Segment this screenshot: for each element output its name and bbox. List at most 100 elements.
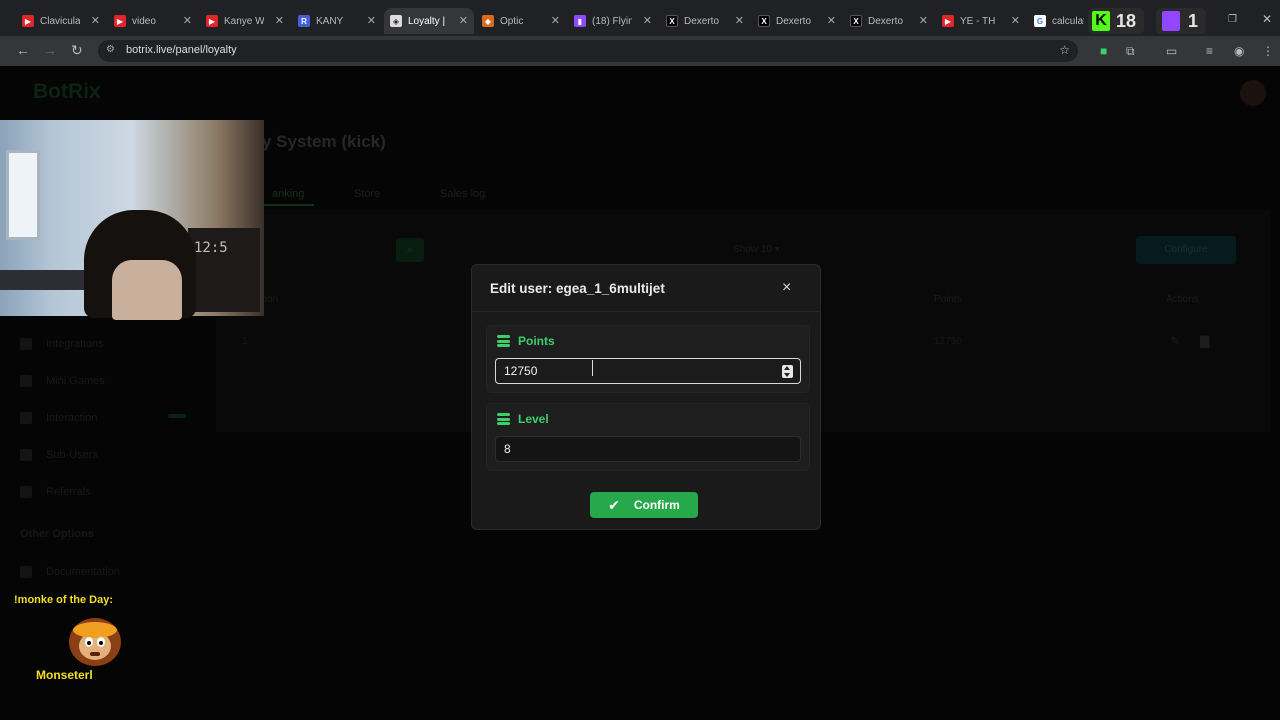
botrix-icon: ◈ bbox=[390, 15, 402, 27]
url-text: botrix.live/panel/loyalty bbox=[126, 44, 237, 56]
twitch-viewer-overlay: 1 bbox=[1156, 8, 1206, 34]
browser-tab[interactable]: X Dexerto ✕ bbox=[752, 8, 842, 34]
close-icon[interactable]: ✕ bbox=[551, 14, 560, 27]
confirm-label: Confirm bbox=[633, 498, 680, 512]
monke-title: !monke of the Day: bbox=[14, 594, 114, 606]
youtube-icon: ▶ bbox=[206, 15, 218, 27]
modal-title: Edit user: egea_1_6multijet bbox=[490, 281, 665, 296]
kick-count: 18 bbox=[1116, 10, 1137, 31]
points-input[interactable]: 12750 bbox=[495, 358, 801, 384]
youtube-icon: ▶ bbox=[942, 15, 954, 27]
close-icon[interactable]: ✕ bbox=[827, 14, 836, 27]
browser-tab[interactable]: ▮ (18) Flyin ✕ bbox=[568, 8, 658, 34]
twitch-count: 1 bbox=[1188, 10, 1199, 31]
tab-label: KANY bbox=[316, 15, 344, 27]
tab-label: YE - TH bbox=[960, 15, 996, 27]
level-label-text: Level bbox=[518, 412, 549, 426]
close-icon[interactable]: × bbox=[782, 279, 791, 297]
level-input-value: 8 bbox=[504, 442, 511, 456]
webcam-keyboard bbox=[0, 270, 90, 290]
tab-label: Dexerto bbox=[776, 15, 812, 27]
webcam-clock-display: 12:5 bbox=[188, 228, 260, 312]
browser-tab[interactable]: ◆ Optic ✕ bbox=[476, 8, 566, 34]
layers-icon bbox=[497, 413, 510, 425]
close-icon[interactable]: ✕ bbox=[643, 14, 652, 27]
twitch-icon: ▮ bbox=[574, 15, 586, 27]
browser-tab[interactable]: ▶ video ✕ bbox=[108, 8, 198, 34]
monke-of-the-day-overlay: !monke of the Day: Monseterl bbox=[14, 594, 134, 682]
profile-icon[interactable]: ◉ bbox=[1234, 44, 1244, 58]
close-window-icon[interactable]: ✕ bbox=[1262, 12, 1272, 26]
reload-icon[interactable]: ↻ bbox=[71, 42, 83, 59]
tab-label: calculat bbox=[1052, 15, 1084, 27]
youtube-icon: ▶ bbox=[22, 15, 34, 27]
x-icon: X bbox=[850, 15, 862, 27]
points-field-card: Points 12750 bbox=[486, 325, 810, 393]
tab-label: Optic bbox=[500, 15, 524, 27]
twitch-icon bbox=[1162, 11, 1180, 31]
back-icon[interactable]: ← bbox=[16, 42, 30, 58]
webcam-face bbox=[112, 260, 182, 320]
browser-tab[interactable]: ▶ Kanye W ✕ bbox=[200, 8, 290, 34]
webcam-overlay: 12:5 bbox=[0, 120, 264, 320]
x-icon: X bbox=[758, 15, 770, 27]
points-input-value: 12750 bbox=[504, 364, 538, 378]
bookmark-star-icon[interactable]: ☆ bbox=[1059, 43, 1070, 57]
webcam-window bbox=[6, 150, 40, 240]
level-label: Level bbox=[497, 412, 549, 426]
restore-window-icon[interactable]: ❐ bbox=[1228, 14, 1237, 25]
modal-divider bbox=[472, 311, 820, 312]
monke-name: Monseterl bbox=[36, 668, 93, 682]
tab-label: (18) Flyin bbox=[592, 15, 632, 27]
checkmark-icon: ✔ bbox=[608, 496, 620, 513]
tab-label: Dexerto bbox=[684, 15, 720, 27]
extensions-puzzle-icon[interactable]: ⧉ bbox=[1126, 44, 1135, 59]
r-site-icon: R bbox=[298, 15, 310, 27]
close-icon[interactable]: ✕ bbox=[367, 14, 376, 27]
youtube-icon: ▶ bbox=[114, 15, 126, 27]
close-icon[interactable]: ✕ bbox=[459, 14, 468, 27]
kick-follower-overlay: K 18 bbox=[1088, 8, 1144, 34]
confirm-button[interactable]: ✔ Confirm bbox=[590, 492, 698, 518]
level-field-card: Level 8 bbox=[486, 403, 810, 471]
address-bar-row: ← → ↻ ⚙ botrix.live/panel/loyalty ☆ ■ ⧉ … bbox=[0, 36, 1280, 66]
browser-tab-strip: ▶ Clavicula ✕ ▶ video ✕ ▶ Kanye W ✕ R KA… bbox=[0, 0, 1280, 40]
close-icon[interactable]: ✕ bbox=[91, 14, 100, 27]
x-icon: X bbox=[666, 15, 678, 27]
tab-label: Dexerto bbox=[868, 15, 904, 27]
optic-icon: ◆ bbox=[482, 15, 494, 27]
level-input[interactable]: 8 bbox=[495, 436, 801, 462]
browser-tab[interactable]: X Dexerto ✕ bbox=[660, 8, 750, 34]
webcam-clock: 12:5 bbox=[194, 240, 228, 256]
close-icon[interactable]: ✕ bbox=[1011, 14, 1020, 27]
close-icon[interactable]: ✕ bbox=[919, 14, 928, 27]
tab-label: Kanye W bbox=[224, 15, 264, 27]
points-label-text: Points bbox=[518, 334, 555, 348]
number-spinner-icon[interactable] bbox=[782, 365, 793, 378]
tab-label: Clavicula bbox=[40, 15, 80, 27]
google-icon: G bbox=[1034, 15, 1046, 27]
points-label: Points bbox=[497, 334, 555, 348]
text-cursor-icon bbox=[592, 360, 598, 376]
browser-tab[interactable]: ▶ YE - TH ✕ bbox=[936, 8, 1026, 34]
close-icon[interactable]: ✕ bbox=[183, 14, 192, 27]
browser-tab[interactable]: R KANY ✕ bbox=[292, 8, 382, 34]
browser-tab[interactable]: ▶ Clavicula ✕ bbox=[16, 8, 106, 34]
tab-label: Loyalty | bbox=[408, 15, 446, 27]
url-input[interactable]: ⚙ botrix.live/panel/loyalty ☆ bbox=[98, 40, 1078, 62]
coins-icon bbox=[497, 335, 510, 347]
site-info-icon[interactable]: ⚙ bbox=[106, 44, 115, 55]
tab-label: video bbox=[132, 15, 156, 27]
extension-badge-icon[interactable]: ■ bbox=[1100, 44, 1107, 58]
close-icon[interactable]: ✕ bbox=[275, 14, 284, 27]
kick-icon: K bbox=[1092, 11, 1110, 31]
monkey-image bbox=[60, 612, 130, 668]
browser-tab[interactable]: X Dexerto ✕ bbox=[844, 8, 934, 34]
cast-icon[interactable]: ▭ bbox=[1166, 44, 1177, 58]
forward-icon[interactable]: → bbox=[43, 42, 57, 58]
media-controls-icon[interactable]: ≡ bbox=[1206, 44, 1213, 58]
browser-tab-active[interactable]: ◈ Loyalty | ✕ bbox=[384, 8, 474, 34]
menu-kebab-icon[interactable]: ⋮ bbox=[1262, 44, 1274, 58]
browser-tab[interactable]: G calculat bbox=[1028, 8, 1090, 34]
close-icon[interactable]: ✕ bbox=[735, 14, 744, 27]
